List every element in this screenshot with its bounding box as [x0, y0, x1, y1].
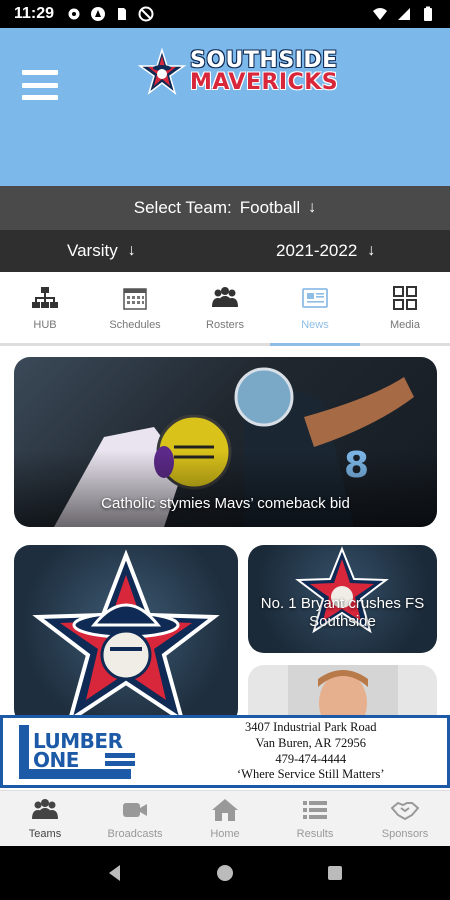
system-navigation — [0, 846, 450, 900]
group-icon — [212, 286, 238, 307]
ad-brand-line2: ONE — [33, 747, 79, 772]
nav-home[interactable]: Home — [180, 791, 270, 846]
status-icons-right — [372, 6, 436, 22]
battery-icon — [420, 6, 436, 22]
menu-icon[interactable] — [22, 70, 58, 100]
gear-icon — [66, 6, 82, 22]
ad-slogan: ‘Where Service Still Matters’ — [237, 767, 385, 782]
ad-phone: 479-474-4444 — [275, 751, 347, 766]
recents-icon[interactable] — [325, 863, 345, 883]
sponsor-banner[interactable]: LUMBER ONE 3407 Industrial Park Road Van… — [0, 715, 450, 788]
status-icons-left — [66, 6, 154, 22]
section-tabs: HUB Schedules Rosters News Media — [0, 272, 450, 346]
level-dropdown[interactable]: Varsity ↓ — [67, 241, 136, 261]
news-card-featured[interactable]: 8 Catholic stymies Mavs’ comeback bid — [14, 357, 437, 527]
grid-icon — [393, 285, 417, 310]
ad-address-line1: 3407 Industrial Park Road — [244, 720, 377, 735]
team-selector-value: Football — [239, 198, 301, 217]
signal-icon — [396, 6, 412, 22]
home-icon — [212, 798, 238, 821]
nav-label: Results — [296, 827, 334, 840]
arrow-down-icon: ↓ — [367, 242, 376, 259]
nav-label: Broadcasts — [107, 827, 163, 840]
level-value: Varsity — [67, 241, 118, 260]
school-logo: SOUTHSIDE MAVERICKS — [138, 48, 338, 96]
news-card[interactable] — [14, 545, 238, 715]
lumber-one-logo: LUMBER ONE — [19, 723, 139, 781]
sponsor-details: 3407 Industrial Park Road Van Buren, AR … — [237, 720, 385, 783]
nav-sponsors[interactable]: Sponsors — [360, 791, 450, 846]
season-dropdown[interactable]: 2021-2022 ↓ — [276, 241, 375, 261]
nav-label: Home — [210, 827, 240, 840]
list-icon — [303, 800, 327, 819]
back-icon[interactable] — [105, 863, 125, 883]
hierarchy-icon — [32, 286, 58, 308]
season-value: 2021-2022 — [276, 241, 358, 260]
nav-broadcasts[interactable]: Broadcasts — [90, 791, 180, 846]
status-time: 11:29 — [14, 5, 55, 22]
tab-news[interactable]: News — [270, 272, 360, 346]
tab-label: News — [301, 318, 329, 331]
status-bar: 11:29 — [0, 0, 450, 28]
team-selector-label: Select Team: — [133, 198, 232, 217]
logo-text-mavericks: MAVERICKS — [190, 70, 339, 95]
arrow-down-icon: ↓ — [127, 242, 136, 259]
group-icon — [32, 798, 58, 819]
data-saver-icon — [138, 6, 154, 22]
tab-label: HUB — [33, 318, 57, 331]
tab-hub[interactable]: HUB — [0, 272, 90, 343]
handshake-icon — [391, 801, 419, 820]
nav-teams[interactable]: Teams — [0, 791, 90, 846]
tab-schedules[interactable]: Schedules — [90, 272, 180, 343]
bottom-navigation: Teams Broadcasts Home Results Sponsors — [0, 790, 450, 846]
sd-card-icon — [114, 6, 130, 22]
maverick-star-icon — [138, 48, 186, 96]
news-card-caption: No. 1 Bryant crushes FS Southside — [260, 595, 425, 630]
tab-rosters[interactable]: Rosters — [180, 272, 270, 343]
ad-address-line2: Van Buren, AR 72956 — [255, 735, 366, 750]
calendar-icon — [123, 287, 147, 310]
nav-label: Teams — [28, 827, 62, 840]
tab-label: Media — [390, 318, 420, 331]
tab-media[interactable]: Media — [360, 272, 450, 343]
vpn-icon — [90, 6, 106, 22]
player-photo — [288, 665, 398, 715]
maverick-logo-image — [32, 549, 220, 715]
wifi-icon — [372, 6, 388, 22]
news-feed: 8 Catholic stymies Mavs’ comeback bid — [0, 349, 450, 715]
team-selector[interactable]: Select Team: Football ↓ — [0, 186, 450, 230]
app-header: SOUTHSIDE MAVERICKS — [0, 28, 450, 186]
nav-label: Sponsors — [381, 827, 429, 840]
home-circle-icon[interactable] — [215, 863, 235, 883]
news-card[interactable] — [248, 665, 437, 715]
nav-results[interactable]: Results — [270, 791, 360, 846]
filter-bar: Varsity ↓ 2021-2022 ↓ — [0, 230, 450, 272]
news-card[interactable]: No. 1 Bryant crushes FS Southside — [248, 545, 437, 653]
news-card-caption: Catholic stymies Mavs’ comeback bid — [101, 495, 350, 512]
newspaper-icon — [302, 287, 328, 308]
tab-label: Schedules — [109, 318, 161, 331]
arrow-down-icon: ↓ — [308, 199, 317, 216]
tab-label: Rosters — [206, 318, 244, 331]
logo-text-southside: SOUTHSIDE — [190, 48, 338, 73]
video-camera-icon — [123, 802, 147, 817]
